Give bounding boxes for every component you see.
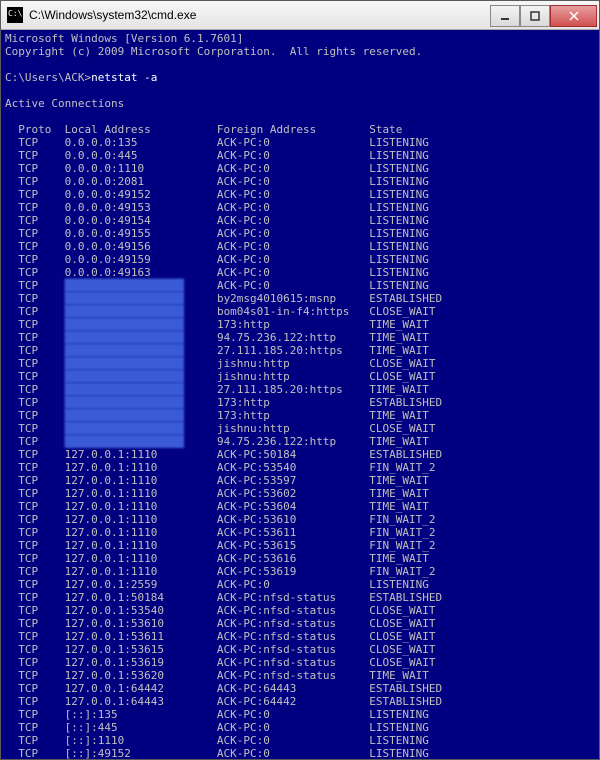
obscured-address: ██████████████████ bbox=[65, 292, 184, 305]
connection-row: TCP 0.0.0.0:49154 ACK-PC:0 LISTENING bbox=[5, 214, 429, 227]
obscured-address: ██████████████████ bbox=[65, 409, 184, 422]
obscured-address: ██████████████████ bbox=[65, 305, 184, 318]
connection-row: TCP 127.0.0.1:1110 ACK-PC:53604 TIME_WAI… bbox=[5, 500, 429, 513]
connection-row: TCP 0.0.0.0:135 ACK-PC:0 LISTENING bbox=[5, 136, 429, 149]
connection-row: TCP 127.0.0.1:53610 ACK-PC:nfsd-status C… bbox=[5, 617, 435, 630]
connection-row: TCP 127.0.0.1:64442 ACK-PC:64443 ESTABLI… bbox=[5, 682, 442, 695]
connection-row: TCP 127.0.0.1:53540 ACK-PC:nfsd-status C… bbox=[5, 604, 435, 617]
obscured-address: ██████████████████ bbox=[65, 422, 184, 435]
obscured-address: ██████████████████ bbox=[65, 435, 184, 448]
command: netstat -a bbox=[91, 71, 157, 84]
connection-row: TCP ██████████████████ 173:http ESTABLIS… bbox=[5, 396, 442, 409]
obscured-address: ██████████████████ bbox=[65, 370, 184, 383]
connection-row: TCP 0.0.0.0:49163 ACK-PC:0 LISTENING bbox=[5, 266, 429, 279]
connection-row: TCP 127.0.0.1:53611 ACK-PC:nfsd-status C… bbox=[5, 630, 435, 643]
connection-rows: TCP 0.0.0.0:135 ACK-PC:0 LISTENING TCP 0… bbox=[5, 136, 442, 759]
cmd-icon bbox=[7, 7, 23, 23]
connection-row: TCP 127.0.0.1:1110 ACK-PC:53619 FIN_WAIT… bbox=[5, 565, 435, 578]
connection-row: TCP 0.0.0.0:2081 ACK-PC:0 LISTENING bbox=[5, 175, 429, 188]
connection-row: TCP ██████████████████ 173:http TIME_WAI… bbox=[5, 318, 429, 331]
connection-row: TCP ██████████████████ 27.111.185.20:htt… bbox=[5, 344, 429, 357]
connection-row: TCP 0.0.0.0:49156 ACK-PC:0 LISTENING bbox=[5, 240, 429, 253]
maximize-button[interactable] bbox=[520, 5, 550, 27]
cmd-window: C:\Windows\system32\cmd.exe Microsoft Wi… bbox=[0, 0, 600, 760]
column-headers: Proto Local Address Foreign Address Stat… bbox=[5, 123, 402, 136]
prompt: C:\Users\ACK> bbox=[5, 71, 91, 84]
connection-row: TCP ██████████████████ 94.75.236.122:htt… bbox=[5, 331, 429, 344]
close-icon bbox=[569, 11, 579, 21]
close-button[interactable] bbox=[550, 5, 597, 27]
connection-row: TCP [::]:135 ACK-PC:0 LISTENING bbox=[5, 708, 429, 721]
minimize-button[interactable] bbox=[490, 5, 520, 27]
connection-row: TCP ██████████████████ ACK-PC:0 LISTENIN… bbox=[5, 279, 429, 292]
connection-row: TCP 127.0.0.1:1110 ACK-PC:53615 FIN_WAIT… bbox=[5, 539, 435, 552]
connection-row: TCP 0.0.0.0:49153 ACK-PC:0 LISTENING bbox=[5, 201, 429, 214]
connection-row: TCP 127.0.0.1:1110 ACK-PC:53611 FIN_WAIT… bbox=[5, 526, 435, 539]
window-buttons bbox=[490, 5, 597, 25]
connection-row: TCP ██████████████████ 27.111.185.20:htt… bbox=[5, 383, 429, 396]
connection-row: TCP 127.0.0.1:1110 ACK-PC:50184 ESTABLIS… bbox=[5, 448, 442, 461]
connection-row: TCP 0.0.0.0:1110 ACK-PC:0 LISTENING bbox=[5, 162, 429, 175]
connection-row: TCP 127.0.0.1:1110 ACK-PC:53540 FIN_WAIT… bbox=[5, 461, 435, 474]
obscured-address: ██████████████████ bbox=[65, 279, 184, 292]
obscured-address: ██████████████████ bbox=[65, 357, 184, 370]
obscured-address: ██████████████████ bbox=[65, 383, 184, 396]
banner-line-1: Microsoft Windows [Version 6.1.7601] bbox=[5, 32, 243, 45]
connection-row: TCP ██████████████████ jishnu:http CLOSE… bbox=[5, 422, 436, 435]
connection-row: TCP 127.0.0.1:2559 ACK-PC:0 LISTENING bbox=[5, 578, 429, 591]
titlebar[interactable]: C:\Windows\system32\cmd.exe bbox=[1, 1, 599, 30]
connection-row: TCP ██████████████████ bom04s01-in-f4:ht… bbox=[5, 305, 436, 318]
obscured-address: ██████████████████ bbox=[65, 344, 184, 357]
connection-row: TCP ██████████████████ 173:http TIME_WAI… bbox=[5, 409, 429, 422]
connection-row: TCP 127.0.0.1:1110 ACK-PC:53602 TIME_WAI… bbox=[5, 487, 429, 500]
connection-row: TCP 127.0.0.1:64443 ACK-PC:64442 ESTABLI… bbox=[5, 695, 442, 708]
obscured-address: ██████████████████ bbox=[65, 318, 184, 331]
connection-row: TCP ██████████████████ jishnu:http CLOSE… bbox=[5, 357, 436, 370]
connection-row: TCP 127.0.0.1:53620 ACK-PC:nfsd-status T… bbox=[5, 669, 429, 682]
connection-row: TCP [::]:1110 ACK-PC:0 LISTENING bbox=[5, 734, 429, 747]
connection-row: TCP 127.0.0.1:1110 ACK-PC:53616 TIME_WAI… bbox=[5, 552, 429, 565]
connection-row: TCP 127.0.0.1:1110 ACK-PC:53610 FIN_WAIT… bbox=[5, 513, 435, 526]
connection-row: TCP 0.0.0.0:445 ACK-PC:0 LISTENING bbox=[5, 149, 429, 162]
maximize-icon bbox=[530, 11, 540, 21]
minimize-icon bbox=[500, 11, 510, 21]
connection-row: TCP 0.0.0.0:49159 ACK-PC:0 LISTENING bbox=[5, 253, 429, 266]
connection-row: TCP [::]:49152 ACK-PC:0 LISTENING bbox=[5, 747, 429, 759]
obscured-address: ██████████████████ bbox=[65, 396, 184, 409]
window-title: C:\Windows\system32\cmd.exe bbox=[29, 8, 490, 22]
connection-row: TCP [::]:445 ACK-PC:0 LISTENING bbox=[5, 721, 429, 734]
connection-row: TCP 127.0.0.1:53615 ACK-PC:nfsd-status C… bbox=[5, 643, 435, 656]
connection-row: TCP ██████████████████ by2msg4010615:msn… bbox=[5, 292, 442, 305]
terminal-output[interactable]: Microsoft Windows [Version 6.1.7601] Cop… bbox=[1, 30, 599, 759]
section-heading: Active Connections bbox=[5, 97, 124, 110]
connection-row: TCP 0.0.0.0:49152 ACK-PC:0 LISTENING bbox=[5, 188, 429, 201]
connection-row: TCP 0.0.0.0:49155 ACK-PC:0 LISTENING bbox=[5, 227, 429, 240]
obscured-address: ██████████████████ bbox=[65, 331, 184, 344]
connection-row: TCP 127.0.0.1:53619 ACK-PC:nfsd-status C… bbox=[5, 656, 435, 669]
connection-row: TCP 127.0.0.1:1110 ACK-PC:53597 TIME_WAI… bbox=[5, 474, 429, 487]
connection-row: TCP ██████████████████ jishnu:http CLOSE… bbox=[5, 370, 436, 383]
banner-line-2: Copyright (c) 2009 Microsoft Corporation… bbox=[5, 45, 422, 58]
connection-row: TCP 127.0.0.1:50184 ACK-PC:nfsd-status E… bbox=[5, 591, 442, 604]
connection-row: TCP ██████████████████ 94.75.236.122:htt… bbox=[5, 435, 429, 448]
